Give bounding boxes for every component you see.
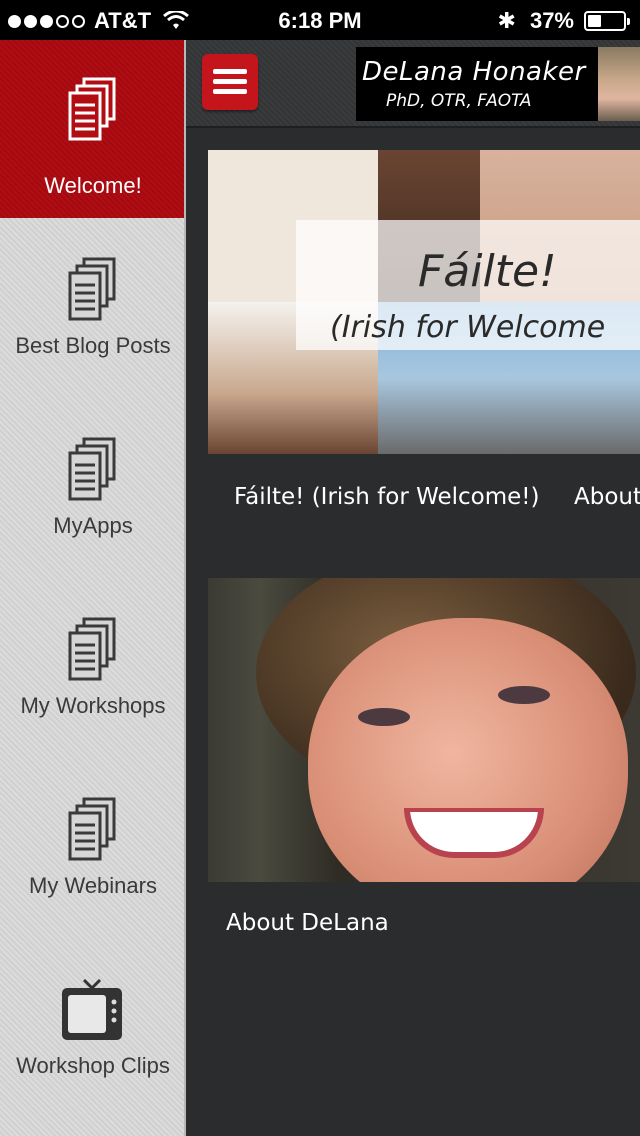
sidebar-item-best-blog-posts[interactable]: Best Blog Posts	[0, 218, 184, 398]
sidebar-item-my-workshops[interactable]: My Workshops	[0, 578, 184, 758]
header-name: DeLana Honaker	[362, 57, 586, 87]
main-content: DeLana Honaker PhD, OTR, FAOTA Fáilte! (…	[186, 40, 640, 1136]
sidebar-menu: Welcome! Best Blog Posts MyApps My Works…	[0, 40, 186, 1136]
sidebar-item-my-webinars[interactable]: My Webinars	[0, 758, 184, 938]
photo-shape	[498, 686, 550, 704]
tv-icon	[62, 978, 122, 1040]
card-caption: About DeLana	[226, 910, 389, 936]
sidebar-item-workshop-clips[interactable]: Workshop Clips	[0, 938, 184, 1118]
sidebar-item-label: Workshop Clips	[16, 1053, 170, 1078]
header-logo: DeLana Honaker PhD, OTR, FAOTA	[356, 47, 640, 121]
document-stack-icon	[68, 77, 116, 141]
sidebar-item-myapps[interactable]: MyApps	[0, 398, 184, 578]
banner-subtitle: (Irish for Welcome	[330, 310, 606, 345]
sidebar-item-label: Welcome!	[44, 173, 142, 198]
card-caption: Fáilte! (Irish for Welcome!)	[234, 484, 540, 510]
sidebar-item-label: My Workshops	[20, 693, 166, 718]
battery-icon	[584, 11, 630, 31]
document-stack-icon	[68, 437, 116, 501]
banner-title: Fáilte!	[418, 246, 557, 297]
top-bar: DeLana Honaker PhD, OTR, FAOTA	[186, 40, 640, 128]
sidebar-item-label: MyApps	[53, 513, 133, 538]
card-caption: About	[574, 484, 640, 510]
sidebar-item-label: My Webinars	[29, 873, 157, 898]
document-stack-icon	[68, 617, 116, 681]
bluetooth-icon: ✱	[497, 8, 516, 33]
about-card[interactable]: About DeLana	[208, 578, 640, 936]
sidebar-item-label: Best Blog Posts	[15, 333, 171, 358]
photo-shape	[358, 708, 410, 726]
document-stack-icon	[68, 797, 116, 861]
sidebar-item-welcome[interactable]: Welcome!	[0, 40, 184, 218]
battery-fill	[588, 15, 601, 27]
menu-toggle-button[interactable]	[202, 54, 258, 110]
header-photo	[598, 47, 640, 121]
status-bar: AT&T 6:18 PM ✱ 37%	[0, 0, 640, 40]
header-credentials: PhD, OTR, FAOTA	[386, 91, 532, 111]
welcome-card[interactable]: Fáilte! (Irish for Welcome Fáilte! (Iris…	[208, 150, 640, 510]
hamburger-line	[213, 89, 247, 94]
document-stack-icon	[68, 257, 116, 321]
welcome-banner-image: Fáilte! (Irish for Welcome	[208, 150, 640, 454]
battery-percent: 37%	[529, 8, 574, 33]
hamburger-line	[213, 79, 247, 84]
hamburger-line	[213, 69, 247, 74]
about-photo	[208, 578, 640, 882]
